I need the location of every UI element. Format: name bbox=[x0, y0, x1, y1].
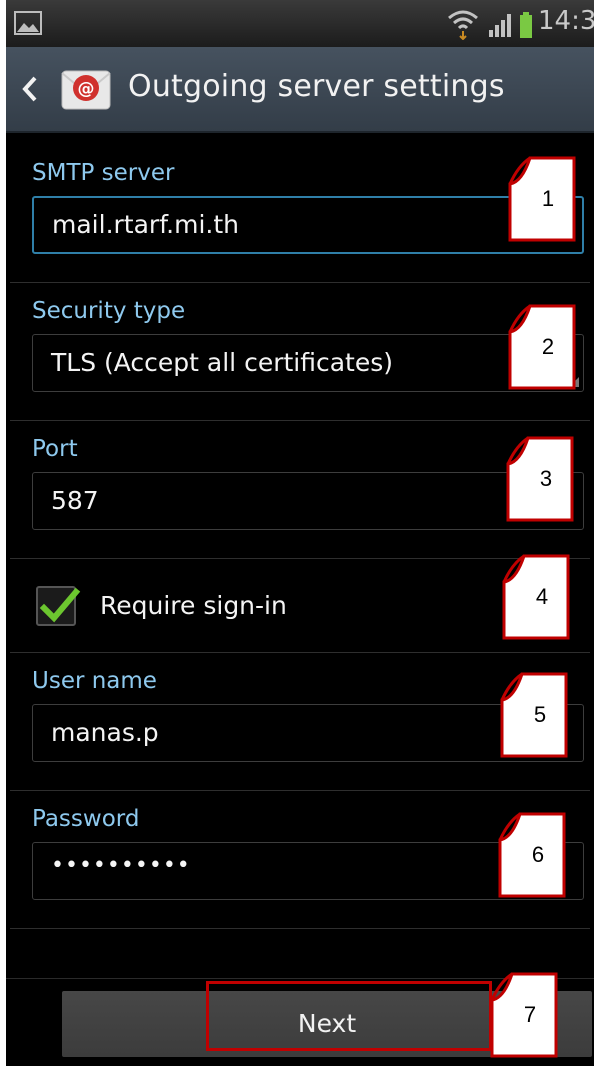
annotation-number: 4 bbox=[535, 584, 549, 609]
status-bar: 14:34 bbox=[6, 0, 594, 48]
next-button-highlight bbox=[206, 981, 492, 1051]
battery-icon bbox=[520, 12, 532, 38]
annotation-callout: 5 bbox=[500, 668, 570, 758]
status-time: 14:34 bbox=[538, 6, 594, 36]
picture-notification-icon bbox=[14, 11, 42, 35]
port-input[interactable]: 587 bbox=[32, 472, 584, 530]
annotation-number: 2 bbox=[541, 334, 555, 359]
back-arrow-icon[interactable] bbox=[20, 75, 40, 103]
annotation-number: 3 bbox=[539, 466, 553, 491]
annotation-callout: 3 bbox=[506, 432, 576, 522]
wifi-icon bbox=[448, 10, 478, 40]
security-type-value: TLS (Accept all certificates) bbox=[51, 348, 394, 377]
require-signin-checkbox[interactable] bbox=[36, 586, 81, 626]
divider bbox=[10, 652, 590, 653]
smtp-server-label: SMTP server bbox=[32, 160, 175, 186]
email-app-icon: @ bbox=[61, 70, 111, 110]
annotation-callout: 2 bbox=[508, 300, 578, 390]
user-name-value: manas.p bbox=[51, 718, 159, 747]
password-value: •••••••••• bbox=[51, 853, 191, 878]
screen-title: Outgoing server settings bbox=[128, 69, 505, 104]
svg-text:@: @ bbox=[78, 79, 95, 99]
user-name-label: User name bbox=[32, 668, 157, 694]
annotation-number: 6 bbox=[531, 842, 545, 867]
action-bar: @ Outgoing server settings bbox=[6, 47, 594, 133]
divider bbox=[10, 928, 590, 929]
port-label: Port bbox=[32, 436, 78, 462]
divider bbox=[10, 790, 590, 791]
security-type-label: Security type bbox=[32, 298, 186, 324]
annotation-callout: 1 bbox=[508, 152, 578, 242]
password-label: Password bbox=[32, 806, 140, 832]
annotation-callout: 4 bbox=[502, 550, 572, 640]
annotation-callout: 7 bbox=[490, 968, 560, 1058]
annotation-number: 7 bbox=[523, 1002, 537, 1027]
divider bbox=[10, 282, 590, 283]
annotation-number: 1 bbox=[541, 186, 555, 211]
security-type-spinner[interactable]: TLS (Accept all certificates) bbox=[32, 334, 584, 392]
port-value: 587 bbox=[51, 486, 99, 515]
divider bbox=[10, 420, 590, 421]
signal-icon bbox=[489, 14, 511, 37]
checkmark-icon bbox=[39, 587, 81, 623]
require-signin-label[interactable]: Require sign-in bbox=[100, 591, 287, 620]
annotation-number: 5 bbox=[533, 702, 547, 727]
phone-screen: 14:34 @ Outgoing server settings SMTP se… bbox=[6, 0, 594, 1066]
smtp-server-input[interactable]: mail.rtarf.mi.th bbox=[32, 196, 584, 254]
annotation-callout: 6 bbox=[498, 808, 568, 898]
smtp-server-value: mail.rtarf.mi.th bbox=[52, 210, 240, 239]
